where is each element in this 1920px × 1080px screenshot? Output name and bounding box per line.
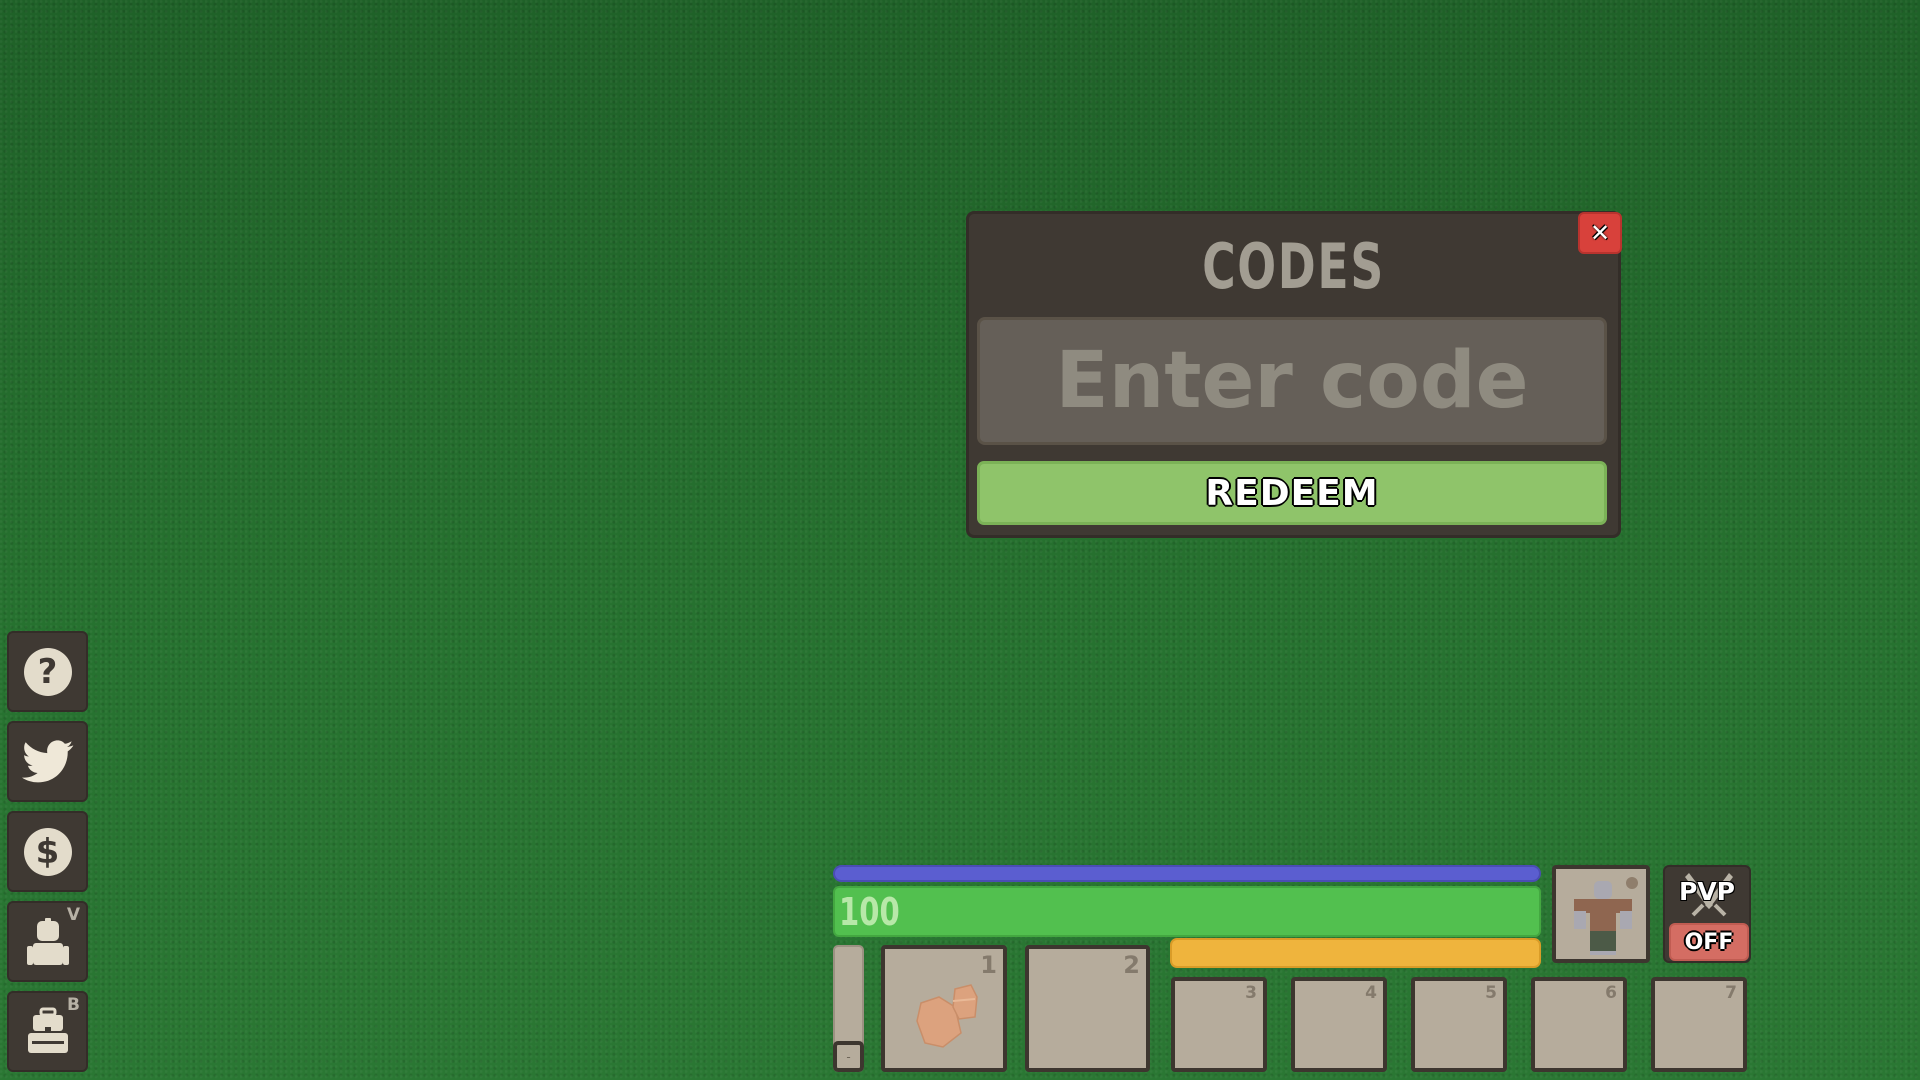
help-button[interactable]: ? bbox=[7, 631, 88, 712]
slot-number: 2 bbox=[1123, 951, 1140, 979]
health-bar: 100 bbox=[833, 886, 1541, 937]
close-x-icon: ✕ bbox=[1589, 219, 1611, 247]
offhand-slot-button[interactable]: - bbox=[833, 1041, 864, 1072]
character-avatar-icon bbox=[1574, 877, 1638, 955]
redeem-label: REDEEM bbox=[1205, 472, 1379, 514]
redeem-button[interactable]: REDEEM bbox=[977, 461, 1607, 525]
stamina-bar bbox=[833, 865, 1541, 882]
avatar-slot[interactable] bbox=[1552, 865, 1650, 963]
close-button[interactable]: ✕ bbox=[1578, 212, 1622, 254]
slot-number: 6 bbox=[1605, 983, 1617, 1003]
hotbar-slot-1[interactable]: 1 bbox=[881, 945, 1007, 1072]
pvp-state: OFF bbox=[1684, 929, 1734, 955]
question-icon: ? bbox=[23, 647, 72, 696]
backpack-button[interactable]: B bbox=[7, 991, 88, 1072]
pvp-panel: PVP OFF bbox=[1663, 865, 1751, 963]
hotbar-slot-6[interactable]: 6 bbox=[1531, 977, 1627, 1072]
hunger-bar bbox=[1170, 938, 1541, 968]
hotbar-slot-5[interactable]: 5 bbox=[1411, 977, 1507, 1072]
shop-button[interactable]: $ bbox=[7, 811, 88, 892]
dollar-icon: $ bbox=[23, 827, 72, 876]
slot-number: 7 bbox=[1725, 983, 1737, 1003]
crafting-material-icon bbox=[916, 984, 978, 1048]
hotkey-label: B bbox=[67, 995, 80, 1015]
slot-number: 3 bbox=[1245, 983, 1257, 1003]
twitter-bird-icon bbox=[21, 739, 73, 782]
slot-number: 4 bbox=[1365, 983, 1377, 1003]
twitter-button[interactable] bbox=[7, 721, 88, 802]
slot-number: 5 bbox=[1485, 983, 1497, 1003]
slot-number: 1 bbox=[980, 951, 997, 979]
hotbar-slot-2[interactable]: 2 bbox=[1025, 945, 1150, 1072]
code-input[interactable] bbox=[977, 317, 1607, 445]
hotbar-slot-3[interactable]: 3 bbox=[1171, 977, 1267, 1072]
health-value: 100 bbox=[839, 890, 900, 934]
modal-title: CODES bbox=[1202, 230, 1385, 303]
character-button[interactable]: V bbox=[7, 901, 88, 982]
backpack-icon bbox=[27, 1007, 68, 1053]
offhand-label: - bbox=[846, 1049, 851, 1064]
pvp-toggle[interactable]: OFF bbox=[1669, 923, 1749, 961]
hotbar-slot-4[interactable]: 4 bbox=[1291, 977, 1387, 1072]
character-icon bbox=[26, 917, 69, 965]
hotbar-slot-7[interactable]: 7 bbox=[1651, 977, 1747, 1072]
pvp-label: PVP bbox=[1679, 877, 1735, 906]
hotkey-label: V bbox=[66, 905, 80, 925]
